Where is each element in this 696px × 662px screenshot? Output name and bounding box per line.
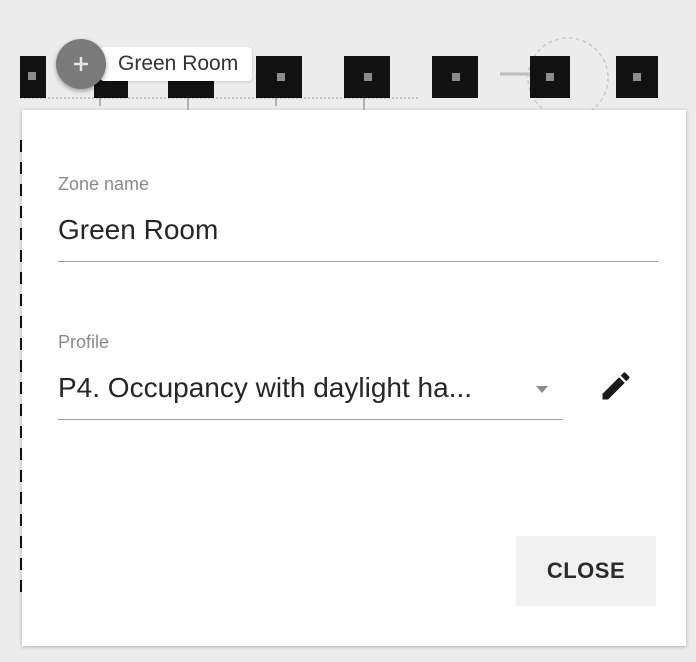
profile-label: Profile xyxy=(58,332,110,352)
plus-icon[interactable] xyxy=(56,39,106,89)
zone-name-input[interactable]: Green Room xyxy=(58,214,218,246)
zone-name-underline xyxy=(58,261,658,262)
edit-profile-button[interactable] xyxy=(592,362,640,410)
zone-name-label: Zone name xyxy=(58,174,150,194)
pencil-icon xyxy=(602,372,630,400)
profile-underline xyxy=(58,419,563,420)
zone-dialog: Zone name Green Room Profile P4. Occupan… xyxy=(22,110,686,646)
light-fixture[interactable] xyxy=(256,56,302,98)
caret-down-icon[interactable] xyxy=(536,386,548,393)
light-fixture[interactable] xyxy=(432,56,478,98)
zone-chip-label: Green Room xyxy=(100,47,253,81)
light-fixture[interactable] xyxy=(530,56,570,98)
close-button[interactable]: CLOSE xyxy=(516,536,656,606)
profile-select[interactable]: P4. Occupancy with daylight ha... xyxy=(58,372,472,404)
zone-chip[interactable]: Green Room xyxy=(56,35,253,93)
light-fixture[interactable] xyxy=(616,56,658,98)
light-fixture[interactable] xyxy=(344,56,390,98)
light-fixture[interactable] xyxy=(20,56,46,98)
